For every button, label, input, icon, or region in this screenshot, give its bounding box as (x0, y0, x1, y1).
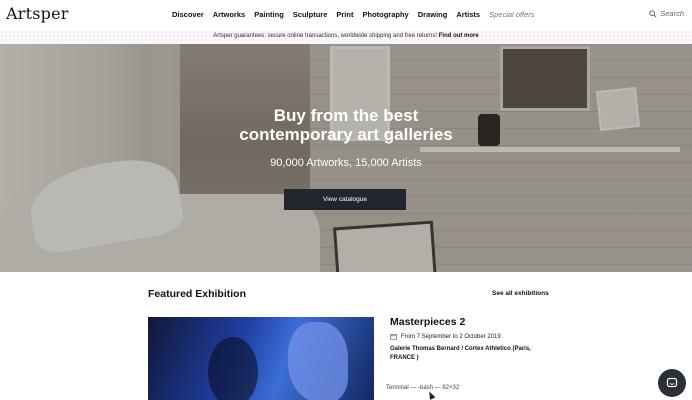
featured-exhibition-heading: Featured Exhibition (148, 288, 247, 300)
search-icon (649, 9, 657, 18)
chat-icon (666, 377, 678, 388)
window-tooltip: Terminal — -bash — 82×32 (384, 385, 462, 391)
view-catalogue-button[interactable]: View catalogue (284, 189, 406, 210)
see-all-exhibitions-link[interactable]: See all exhibitions (492, 290, 549, 297)
nav-item-discover[interactable]: Discover (172, 10, 204, 19)
hero-subtitle: 90,000 Artworks, 15,000 Artists (270, 157, 422, 169)
artsper-logo[interactable]: Artsper (6, 4, 69, 23)
chat-button[interactable] (658, 369, 686, 397)
nav-item-special-offers[interactable]: Special offers (489, 10, 534, 19)
exhibition-image[interactable] (148, 317, 374, 400)
mouse-cursor-icon (426, 390, 436, 400)
exhibition-gallery: Galerie Thomas Bernard / Cortex Athletic… (390, 346, 531, 361)
find-out-more-link[interactable]: Find out more (439, 33, 479, 39)
guarantee-text: Artsper guarantees: secure online transa… (213, 33, 439, 39)
exhibition-dates: From 7 September to 2 October 2019 (390, 333, 501, 340)
nav-item-print[interactable]: Print (336, 10, 353, 19)
calendar-icon (390, 334, 397, 340)
top-navigation: Artsper Discover Artworks Painting Sculp… (0, 0, 692, 30)
nav-item-artworks[interactable]: Artworks (213, 10, 246, 19)
guarantee-banner: Artsper guarantees: secure online transa… (0, 30, 692, 44)
exhibition-image-shape (208, 337, 258, 400)
nav-item-painting[interactable]: Painting (254, 10, 284, 19)
search-label: Search (660, 9, 684, 18)
nav-item-drawing[interactable]: Drawing (418, 10, 448, 19)
exhibition-name[interactable]: Masterpieces 2 (390, 316, 465, 328)
search-button[interactable]: Search (649, 9, 684, 18)
nav-item-sculpture[interactable]: Sculpture (293, 10, 328, 19)
exhibition-image-face (288, 322, 348, 400)
hero-banner: Buy from the best contemporary art galle… (0, 44, 692, 272)
exhibition-dates-text: From 7 September to 2 October 2019 (401, 333, 501, 340)
nav-item-photography[interactable]: Photography (362, 10, 408, 19)
main-menu: Discover Artworks Painting Sculpture Pri… (172, 10, 544, 19)
nav-item-artists[interactable]: Artists (456, 10, 480, 19)
hero-title: Buy from the best contemporary art galle… (239, 106, 453, 144)
